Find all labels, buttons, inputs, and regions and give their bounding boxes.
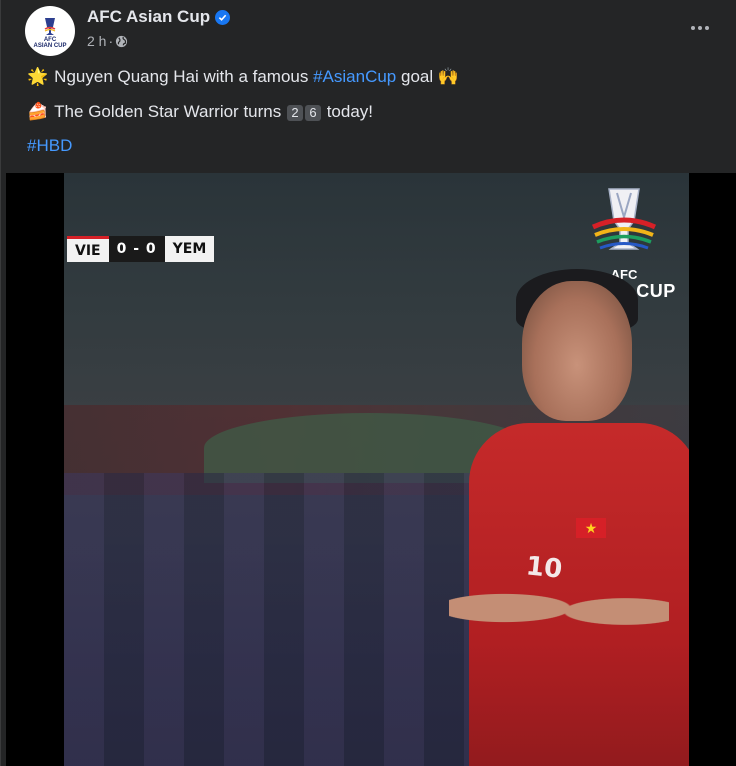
away-team: YEM bbox=[164, 236, 215, 262]
avatar-line2: ASIAN CUP bbox=[33, 43, 67, 49]
star-emoji-icon: 🌟 bbox=[27, 67, 49, 86]
post-text-line-1: 🌟 Nguyen Quang Hai with a famous #AsianC… bbox=[27, 67, 459, 87]
line2-text-after: today! bbox=[321, 102, 374, 121]
more-dot bbox=[698, 26, 702, 30]
line1-text-before: Nguyen Quang Hai with a famous bbox=[54, 67, 314, 86]
player-head bbox=[522, 281, 632, 421]
post-text-line-2: 🍰 The Golden Star Warrior turns 26 today… bbox=[27, 102, 373, 122]
line1-text: Nguyen Quang Hai with a famous #AsianCup… bbox=[54, 67, 459, 87]
verified-badge-icon bbox=[215, 9, 231, 25]
page-avatar[interactable]: AFC ASIAN CUP bbox=[25, 6, 75, 56]
cake-emoji-icon: 🍰 bbox=[27, 102, 49, 121]
globe-icon bbox=[116, 35, 128, 47]
scoreboard: VIE 0 - 0 YEM bbox=[67, 236, 215, 262]
trophy-logo-icon bbox=[591, 188, 657, 250]
page-name-row: AFC Asian Cup bbox=[87, 7, 231, 27]
more-dot bbox=[705, 26, 709, 30]
trophy-icon bbox=[44, 18, 56, 35]
video-frame: VIE 0 - 0 YEM AFC ASIAN CUP ★ bbox=[64, 173, 689, 766]
page-name-link[interactable]: AFC Asian Cup bbox=[87, 7, 210, 27]
line2-text: The Golden Star Warrior turns 26 today! bbox=[54, 102, 373, 122]
home-team: VIE bbox=[67, 236, 109, 262]
more-dots-icon bbox=[691, 26, 695, 30]
match-score: 0 - 0 bbox=[108, 236, 165, 262]
keycap-digit: 2 bbox=[286, 105, 303, 121]
post-time[interactable]: 2 h bbox=[87, 33, 106, 49]
post-text-line-3: #HBD bbox=[27, 136, 72, 156]
hashtag-hbd[interactable]: #HBD bbox=[27, 136, 72, 156]
post-header: AFC ASIAN CUP AFC Asian Cup 2 h · bbox=[25, 6, 725, 58]
line1-text-after: goal 🙌 bbox=[396, 67, 460, 86]
video-player[interactable]: VIE 0 - 0 YEM AFC ASIAN CUP ★ bbox=[6, 173, 736, 766]
meta-separator: · bbox=[108, 33, 114, 49]
line2-text-before: The Golden Star Warrior turns bbox=[54, 102, 286, 121]
post-meta: 2 h · bbox=[87, 33, 128, 49]
more-options-button[interactable] bbox=[687, 18, 713, 38]
vietnam-flag-icon: ★ bbox=[576, 518, 606, 538]
facebook-post: AFC ASIAN CUP AFC Asian Cup 2 h · 🌟 Nguy… bbox=[0, 0, 736, 766]
player-hands bbox=[449, 573, 669, 643]
hashtag-asiancup[interactable]: #AsianCup bbox=[313, 67, 396, 86]
keycap-digit: 6 bbox=[304, 105, 321, 121]
